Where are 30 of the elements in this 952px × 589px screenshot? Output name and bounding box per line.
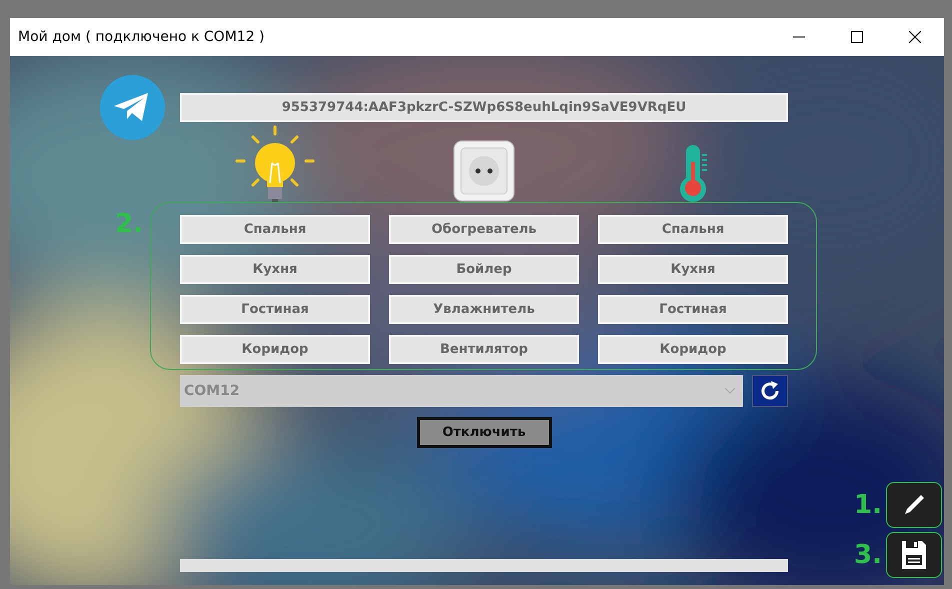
close-icon[interactable] bbox=[909, 31, 921, 43]
port-dropdown[interactable]: COM12 bbox=[180, 375, 743, 407]
room-button[interactable]: Гостиная bbox=[598, 295, 788, 324]
pencil-icon bbox=[902, 493, 926, 517]
refresh-button[interactable] bbox=[752, 375, 788, 407]
edit-button[interactable] bbox=[886, 482, 942, 528]
room-button[interactable]: Бойлер bbox=[389, 255, 579, 284]
minimize-icon[interactable] bbox=[793, 36, 805, 38]
room-button[interactable]: Кухня bbox=[598, 255, 788, 284]
room-button[interactable]: Гостиная bbox=[180, 295, 370, 324]
caret-icon bbox=[725, 388, 735, 394]
room-button[interactable]: Обогреватель bbox=[389, 215, 579, 244]
telegram-icon bbox=[100, 75, 165, 140]
socket-icon bbox=[453, 140, 515, 202]
room-button[interactable]: Коридор bbox=[180, 335, 370, 364]
refresh-icon bbox=[759, 380, 781, 402]
disconnect-button[interactable]: Отключить bbox=[416, 417, 552, 448]
maximize-icon[interactable] bbox=[851, 31, 863, 43]
room-button[interactable]: Спальня bbox=[180, 215, 370, 244]
step-label: 1. bbox=[854, 490, 882, 520]
room-button[interactable]: Увлажнитель bbox=[389, 295, 579, 324]
save-button[interactable] bbox=[886, 532, 942, 578]
room-button[interactable]: Кухня bbox=[180, 255, 370, 284]
room-button[interactable]: Вентилятор bbox=[389, 335, 579, 364]
token-field[interactable]: 955379744:AAF3pkzrC-SZWp6S8euhLqin9SaVE9VRqEU bbox=[180, 93, 788, 122]
window-title: Мой дом ( подключено к COM12 ) bbox=[18, 29, 266, 45]
room-button[interactable]: Спальня bbox=[598, 215, 788, 244]
group-label: 2. bbox=[115, 209, 143, 239]
room-button[interactable]: Коридор bbox=[598, 335, 788, 364]
step-label: 3. bbox=[854, 540, 882, 570]
